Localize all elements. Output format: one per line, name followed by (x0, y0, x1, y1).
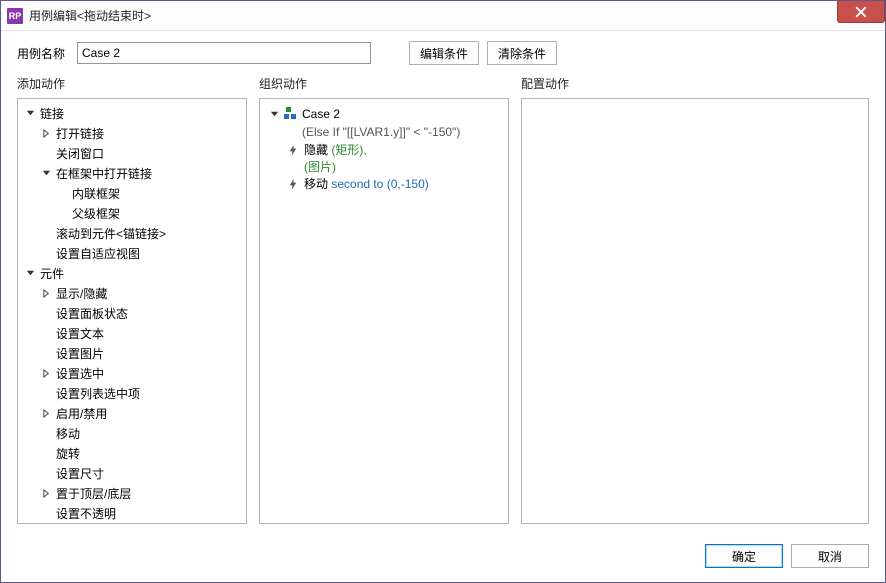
app-icon: RP (7, 8, 23, 24)
cancel-button[interactable]: 取消 (791, 544, 869, 568)
tree-item[interactable]: 设置图片 (18, 343, 246, 363)
tree-item-label: 移动 (54, 425, 80, 442)
add-actions-header: 添加动作 (17, 75, 247, 92)
case-condition: (Else If "[[LVAR1.y]]" < "-150") (302, 123, 460, 141)
action-arg: second to (0,-150) (331, 177, 428, 191)
window-title: 用例编辑<拖动结束时> (29, 7, 151, 24)
configure-actions-header: 配置动作 (521, 75, 869, 92)
tree-item-label: 关闭窗口 (54, 145, 104, 162)
titlebar: RP 用例编辑<拖动结束时> (1, 1, 885, 31)
tree-item[interactable]: 启用/禁用 (18, 403, 246, 423)
action-verb: 移动 (304, 177, 331, 191)
chevron-down-icon[interactable] (24, 267, 36, 279)
tree-item[interactable]: 设置文本 (18, 323, 246, 343)
action-verb: 隐藏 (304, 143, 331, 157)
close-icon (855, 6, 867, 18)
organize-actions-panel: Case 2 (Else If "[[LVAR1.y]]" < "-150") … (259, 98, 509, 524)
chevron-right-icon[interactable] (40, 127, 52, 139)
tree-item-label: 滚动到元件<锚链接> (54, 225, 166, 242)
chevron-right-icon[interactable] (40, 367, 52, 379)
tree-item-label: 设置图片 (54, 345, 104, 362)
tree-item[interactable]: 显示/隐藏 (18, 283, 246, 303)
tree-item-label: 显示/隐藏 (54, 285, 107, 302)
tree-item[interactable]: 内联框架 (18, 183, 246, 203)
edit-condition-button[interactable]: 编辑条件 (409, 41, 479, 65)
tree-item-label: 设置列表选中项 (54, 385, 140, 402)
action-tree[interactable]: 链接打开链接关闭窗口在框架中打开链接内联框架父级框架滚动到元件<锚链接> 设置自适… (18, 99, 246, 524)
case-row[interactable]: Case 2 (Else If "[[LVAR1.y]]" < "-150") (264, 105, 504, 141)
tree-item-label: 置于顶层/底层 (54, 485, 131, 502)
tree-item-label: 内联框架 (70, 185, 120, 202)
configure-actions-column: 配置动作 (521, 71, 869, 524)
case-name-label: 用例名称 (17, 45, 65, 62)
action-row[interactable]: 隐藏 (矩形), (图片) (264, 141, 504, 175)
tree-item[interactable]: 旋转 (18, 443, 246, 463)
case-expander-icon[interactable] (268, 108, 280, 120)
tree-item-label: 父级框架 (70, 205, 120, 222)
tree-item-label: 设置选中 (54, 365, 104, 382)
tree-item[interactable]: 滚动到元件<锚链接> (18, 223, 246, 243)
configure-actions-panel (521, 98, 869, 524)
chevron-right-icon[interactable] (40, 487, 52, 499)
tree-item[interactable]: 父级框架 (18, 203, 246, 223)
action-arg: (图片) (304, 160, 336, 174)
add-actions-column: 添加动作 链接打开链接关闭窗口在框架中打开链接内联框架父级框架滚动到元件<锚链接… (17, 71, 247, 524)
tree-item[interactable]: 设置面板状态 (18, 303, 246, 323)
tree-item-label: 元件 (38, 265, 64, 282)
close-button[interactable] (837, 1, 885, 23)
tree-item[interactable]: 设置不透明 (18, 503, 246, 523)
clear-condition-button[interactable]: 清除条件 (487, 41, 557, 65)
organize-actions-header: 组织动作 (259, 75, 509, 92)
case-icon (284, 107, 298, 121)
tree-item-label: 启用/禁用 (54, 405, 107, 422)
case-label: Case 2 (302, 105, 460, 123)
tree-item-label: 旋转 (54, 445, 80, 462)
add-actions-panel: 链接打开链接关闭窗口在框架中打开链接内联框架父级框架滚动到元件<锚链接> 设置自适… (17, 98, 247, 524)
chevron-right-icon[interactable] (40, 407, 52, 419)
tree-item[interactable]: 设置列表选中项 (18, 383, 246, 403)
tree-item[interactable]: 关闭窗口 (18, 143, 246, 163)
tree-item-label: 设置面板状态 (54, 305, 128, 322)
tree-item[interactable]: 置于顶层/底层 (18, 483, 246, 503)
case-name-input[interactable] (77, 42, 371, 64)
tree-item[interactable]: 元件 (18, 263, 246, 283)
tree-item-label: 设置文本 (54, 325, 104, 342)
tree-item[interactable]: 设置选中 (18, 363, 246, 383)
action-arg: (矩形), (331, 143, 366, 157)
tree-item-label: 设置不透明 (54, 505, 116, 522)
tree-item[interactable]: 打开链接 (18, 123, 246, 143)
bolt-icon (286, 143, 300, 157)
tree-item[interactable]: 在框架中打开链接 (18, 163, 246, 183)
columns: 添加动作 链接打开链接关闭窗口在框架中打开链接内联框架父级框架滚动到元件<锚链接… (1, 71, 885, 534)
tree-item-label: 设置尺寸 (54, 465, 104, 482)
top-row: 用例名称 编辑条件 清除条件 (1, 31, 885, 71)
tree-item-label: 设置自适应视图 (54, 245, 140, 262)
bolt-icon (286, 177, 300, 191)
chevron-down-icon[interactable] (40, 167, 52, 179)
organize-actions-column: 组织动作 Case 2 (Else If "[[LVAR1.y]]" < "-1… (259, 71, 509, 524)
ok-button[interactable]: 确定 (705, 544, 783, 568)
chevron-right-icon[interactable] (40, 287, 52, 299)
tree-item[interactable]: 设置自适应视图 (18, 243, 246, 263)
tree-item[interactable]: 链接 (18, 103, 246, 123)
chevron-down-icon[interactable] (24, 107, 36, 119)
action-row[interactable]: 移动 second to (0,-150) (264, 175, 504, 192)
tree-item[interactable]: 移动 (18, 423, 246, 443)
tree-item-label: 链接 (38, 105, 64, 122)
tree-item[interactable]: 设置尺寸 (18, 463, 246, 483)
footer: 确定 取消 (1, 534, 885, 582)
tree-item-label: 在框架中打开链接 (54, 165, 152, 182)
tree-item-label: 打开链接 (54, 125, 104, 142)
